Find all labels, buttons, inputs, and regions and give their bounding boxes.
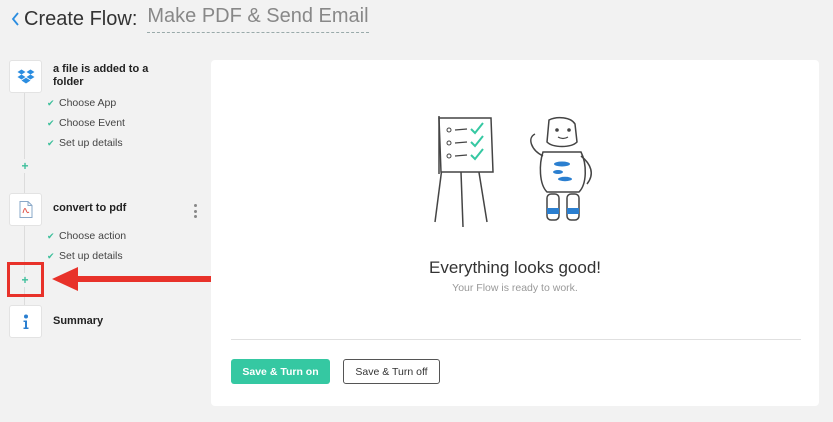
page-header: Create Flow: Make PDF & Send Email [8, 4, 369, 34]
save-turn-off-button[interactable]: Save & Turn off [343, 359, 440, 384]
check-icon: ✔ [47, 117, 55, 128]
save-turn-on-button[interactable]: Save & Turn on [231, 359, 330, 384]
add-step-plus-icon[interactable]: + [18, 159, 32, 173]
page-title: Create Flow: [24, 7, 138, 30]
more-options-icon[interactable] [188, 202, 202, 220]
step-title[interactable]: a file is added to a folder [53, 63, 163, 89]
highlight-box [7, 262, 44, 297]
substep-item[interactable]: ✔ Set up details [47, 136, 123, 150]
back-chevron-icon[interactable] [8, 5, 22, 33]
dropbox-icon [17, 69, 34, 83]
robot-flipchart-illustration [434, 116, 592, 228]
check-icon: ✔ [47, 97, 55, 108]
pdf-file-icon [19, 201, 32, 218]
step-title[interactable]: convert to pdf [53, 202, 163, 215]
substep-item[interactable]: ✔ Choose Event [47, 116, 125, 130]
divider [231, 339, 801, 340]
substep-item[interactable]: ✔ Choose App [47, 96, 116, 110]
success-subtitle: Your Flow is ready to work. [452, 282, 578, 294]
flow-name-field[interactable]: Make PDF & Send Email [147, 5, 369, 33]
check-icon: ✔ [47, 230, 55, 241]
check-icon: ✔ [47, 250, 55, 261]
flow-steps-sidebar: a file is added to a folder ✔ Choose App … [0, 56, 205, 416]
info-icon [23, 314, 28, 329]
step-summary[interactable] [9, 305, 42, 338]
step-dropbox[interactable] [9, 60, 42, 93]
substep-item[interactable]: ✔ Set up details [47, 249, 123, 263]
substep-item[interactable]: ✔ Choose action [47, 229, 126, 243]
check-icon: ✔ [47, 137, 55, 148]
success-title: Everything looks good! [429, 258, 601, 277]
main-panel: Everything looks good! Your Flow is read… [211, 60, 819, 406]
step-convert-pdf[interactable] [9, 193, 42, 226]
step-title[interactable]: Summary [53, 315, 163, 328]
